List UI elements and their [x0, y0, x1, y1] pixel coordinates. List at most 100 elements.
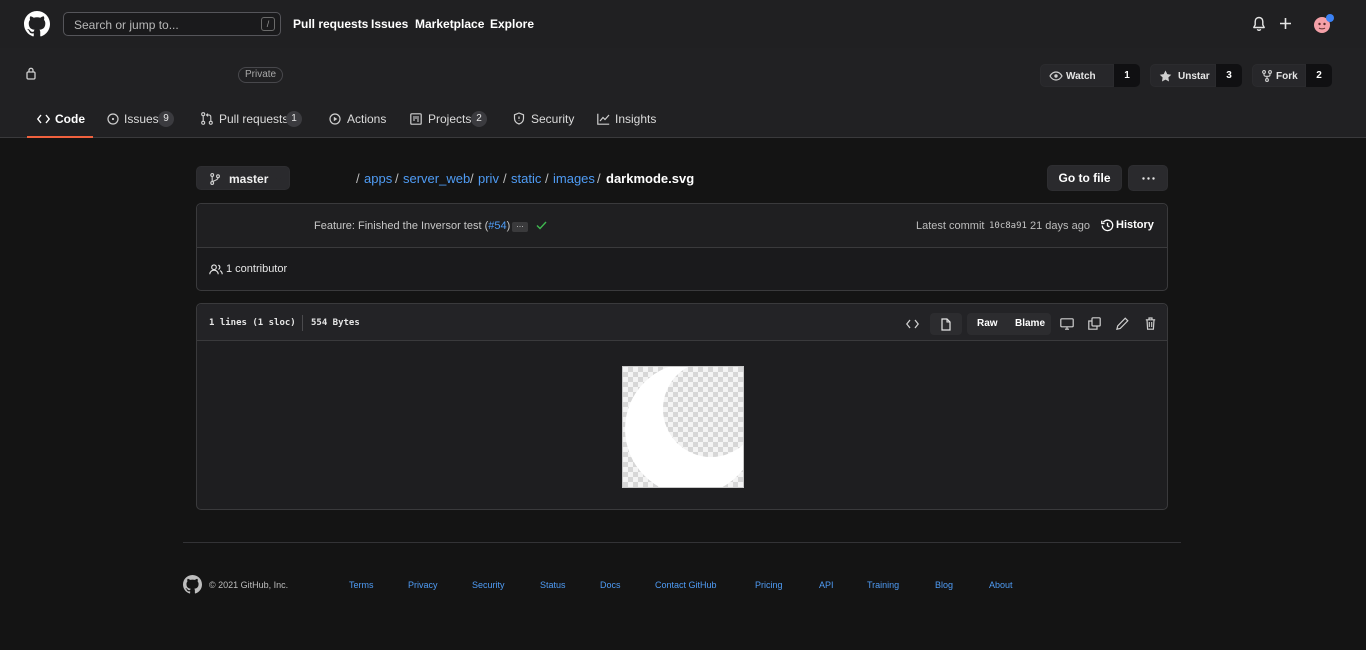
- breadcrumb-separator: /: [503, 171, 507, 186]
- breadcrumb-apps[interactable]: apps: [364, 171, 392, 186]
- nav-marketplace[interactable]: Marketplace: [415, 17, 484, 31]
- github-footer-logo-icon[interactable]: [183, 575, 202, 594]
- trash-icon: [1145, 317, 1156, 330]
- nav-issues[interactable]: Issues: [371, 17, 408, 31]
- delete-button[interactable]: [1142, 313, 1160, 335]
- footer-divider: [183, 542, 1181, 543]
- footer-link-privacy[interactable]: Privacy: [408, 580, 438, 590]
- history-button[interactable]: History: [1116, 219, 1154, 231]
- footer-copyright: © 2021 GitHub, Inc.: [209, 580, 289, 590]
- breadcrumb-priv[interactable]: priv: [478, 171, 499, 186]
- lock-icon: [25, 66, 37, 80]
- search-placeholder: Search or jump to...: [74, 18, 179, 32]
- nav-explore[interactable]: Explore: [490, 17, 534, 31]
- avatar[interactable]: [1312, 14, 1336, 36]
- footer-link-training[interactable]: Training: [867, 580, 899, 590]
- watch-button[interactable]: Watch: [1040, 64, 1114, 87]
- fork-button[interactable]: Fork: [1252, 64, 1306, 87]
- copy-button[interactable]: [1086, 313, 1104, 335]
- footer-link-pricing[interactable]: Pricing: [755, 580, 783, 590]
- blame-button[interactable]: Blame: [1015, 318, 1045, 329]
- commit-sha[interactable]: 10c8a91: [989, 221, 1027, 231]
- go-to-file-button[interactable]: Go to file: [1047, 165, 1122, 191]
- issues-count: 9: [158, 111, 174, 127]
- svg-image-preview: [622, 366, 744, 488]
- shield-icon: [513, 112, 525, 125]
- footer-link-security[interactable]: Security: [472, 580, 505, 590]
- file-size: 554 Bytes: [311, 318, 360, 328]
- desktop-icon: [1060, 318, 1074, 330]
- commit-message[interactable]: Feature: Finished the Inversor test (#54…: [314, 220, 510, 232]
- branch-select-button[interactable]: master: [196, 166, 290, 190]
- pull-requests-count: 1: [286, 111, 302, 127]
- history-icon: [1101, 219, 1114, 232]
- tab-security-label: Security: [531, 112, 575, 126]
- breadcrumb-separator: /: [470, 171, 474, 186]
- code-icon: [37, 114, 50, 124]
- footer-link-terms[interactable]: Terms: [349, 580, 374, 590]
- more-options-button[interactable]: [1128, 165, 1168, 191]
- star-count[interactable]: 3: [1216, 64, 1242, 87]
- nav-pull-requests[interactable]: Pull requests: [293, 17, 368, 31]
- visibility-badge: Private: [238, 67, 284, 83]
- commit-message-text: Feature: Finished the Inversor test (: [314, 220, 489, 232]
- check-icon[interactable]: [536, 221, 547, 230]
- kebab-horizontal-icon: [1142, 177, 1155, 180]
- footer-link-about[interactable]: About: [989, 580, 1013, 590]
- eye-icon: [1049, 71, 1063, 81]
- play-icon: [329, 113, 341, 125]
- expand-commit-button[interactable]: …: [512, 221, 528, 232]
- branch-icon: [210, 173, 220, 185]
- commit-pr-link[interactable]: #54: [488, 220, 506, 232]
- search-shortcut-key: /: [261, 17, 275, 31]
- raw-blame-group: Raw Blame: [967, 313, 1051, 335]
- display-source-button[interactable]: [899, 313, 925, 335]
- bell-icon[interactable]: [1252, 16, 1266, 32]
- display-rendered-button[interactable]: [930, 313, 962, 335]
- breadcrumb-current-file: darkmode.svg: [606, 171, 695, 186]
- breadcrumb-separator: /: [395, 171, 399, 186]
- open-desktop-button[interactable]: [1058, 313, 1076, 335]
- footer-link-status[interactable]: Status: [540, 580, 566, 590]
- fork-count[interactable]: 2: [1306, 64, 1332, 87]
- unstar-button[interactable]: Unstar: [1150, 64, 1216, 87]
- file-viewer: 1 lines (1 sloc) 554 Bytes Raw Blame: [196, 303, 1168, 510]
- breadcrumb-server-web[interactable]: server_web: [403, 171, 470, 186]
- tab-projects-label: Projects: [428, 112, 472, 126]
- latest-commit-label: Latest commit: [916, 220, 985, 232]
- project-icon: [410, 113, 422, 125]
- tab-pull-requests-label: Pull requests: [219, 112, 289, 126]
- file-icon: [941, 318, 951, 331]
- fork-label: Fork: [1276, 71, 1298, 82]
- breadcrumb-static[interactable]: static: [511, 171, 541, 186]
- file-header: 1 lines (1 sloc) 554 Bytes Raw Blame: [197, 304, 1167, 341]
- tab-actions-label: Actions: [347, 112, 387, 126]
- unstar-label: Unstar: [1178, 71, 1210, 82]
- footer-link-contact[interactable]: Contact GitHub: [655, 580, 717, 590]
- github-logo-icon[interactable]: [24, 11, 50, 37]
- commit-age: 21 days ago: [1030, 220, 1090, 232]
- breadcrumb-images[interactable]: images: [553, 171, 595, 186]
- raw-button[interactable]: Raw: [977, 318, 998, 329]
- pencil-icon: [1116, 317, 1129, 330]
- copy-icon: [1088, 317, 1101, 330]
- footer-link-docs[interactable]: Docs: [600, 580, 621, 590]
- file-lines: 1 lines (1 sloc): [209, 318, 296, 328]
- issue-icon: [107, 113, 119, 125]
- edit-button[interactable]: [1114, 313, 1132, 335]
- search-input[interactable]: Search or jump to... /: [63, 12, 281, 36]
- projects-count: 2: [471, 111, 487, 127]
- tab-insights-label: Insights: [615, 112, 657, 126]
- active-tab-indicator: [27, 136, 93, 138]
- contributors-link[interactable]: 1 contributor: [226, 263, 287, 275]
- breadcrumb-separator: /: [597, 171, 601, 186]
- divider: [302, 315, 303, 331]
- footer-link-api[interactable]: API: [819, 580, 834, 590]
- code-icon: [906, 319, 919, 329]
- plus-icon[interactable]: [1279, 17, 1292, 30]
- watch-count[interactable]: 1: [1114, 64, 1140, 87]
- footer-link-blog[interactable]: Blog: [935, 580, 953, 590]
- commit-message-end: ): [506, 220, 511, 232]
- star-icon: [1159, 70, 1172, 82]
- watch-label: Watch: [1066, 71, 1096, 82]
